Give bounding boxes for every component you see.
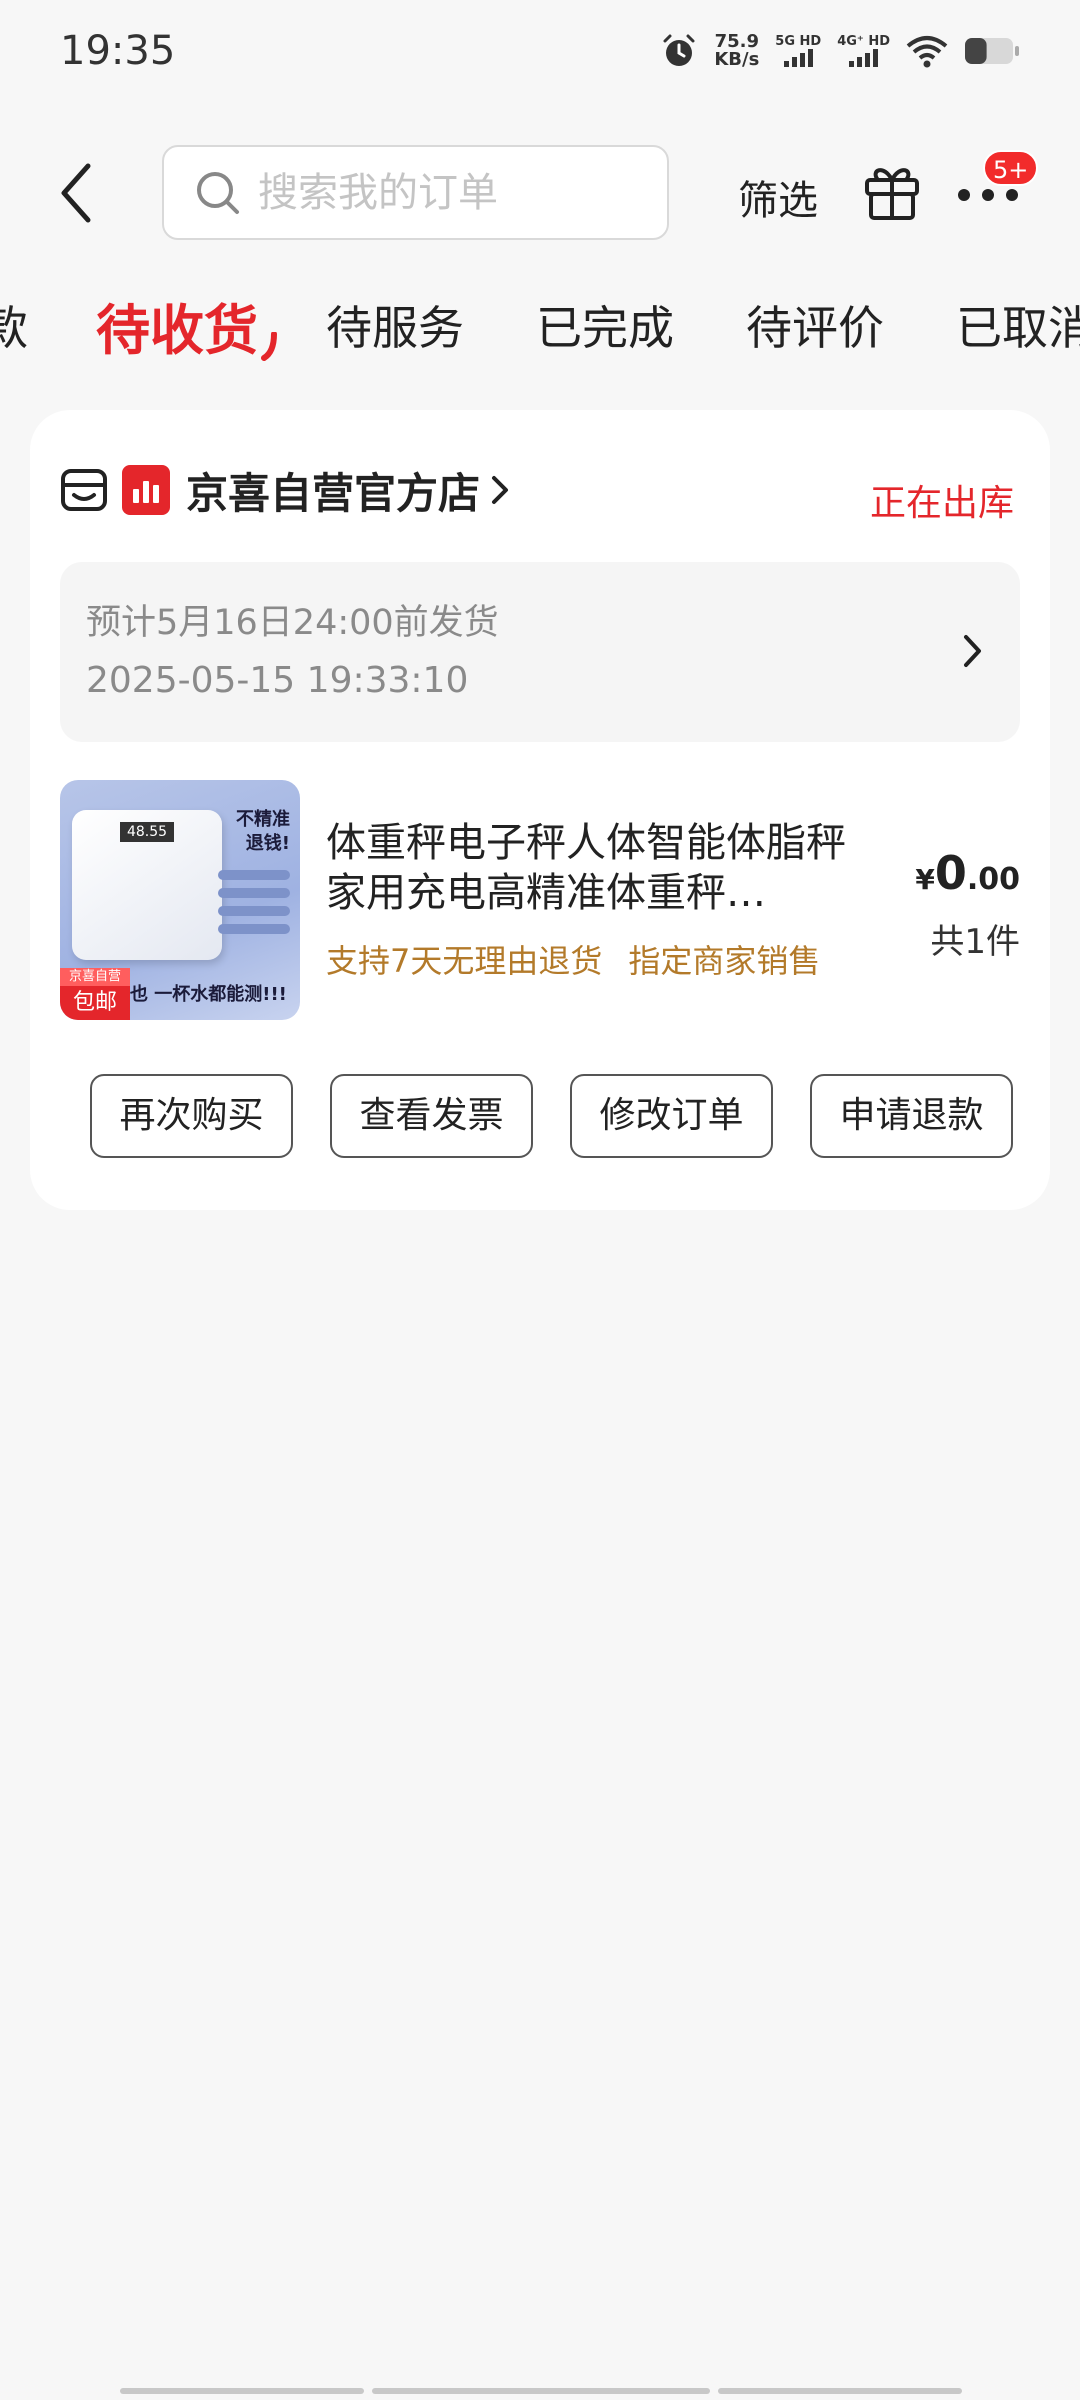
badge-bottom-text: 包邮 bbox=[72, 990, 117, 1015]
signal-bars-icon bbox=[783, 49, 813, 67]
product-tags: 支持7天无理由退货 指定商家销售 bbox=[326, 936, 820, 982]
tab-pending-service[interactable]: 待服务 bbox=[326, 292, 464, 358]
network-speed: 75.9 KB/s bbox=[714, 33, 759, 69]
product-title: 体重秤电子秤人体智能体脂秤家用充电高精准体重秤… bbox=[326, 820, 846, 916]
product-tag: 支持7天无理由退货 bbox=[326, 942, 603, 980]
tab-partial[interactable]: 款 bbox=[0, 292, 28, 358]
orders-page: 19:35 75.9 KB/s 5G HD 4G⁺ HD 搜索我的订单 筛选 5… bbox=[0, 0, 1080, 2400]
sim1-signal: 5G HD bbox=[775, 35, 821, 67]
order-status: 正在出库 bbox=[869, 483, 1014, 524]
search-box[interactable] bbox=[162, 145, 669, 240]
status-time: 19:35 bbox=[60, 28, 176, 74]
tab-completed[interactable]: 已完成 bbox=[536, 292, 674, 358]
alarm-icon bbox=[663, 34, 695, 66]
wifi-icon bbox=[906, 36, 948, 68]
order-card[interactable]: 京喜自营官方店 正在出库 预计5月16日24:00前发货 2025-05-15 … bbox=[30, 410, 1050, 1210]
tab-pending-review[interactable]: 待评价 bbox=[746, 292, 884, 358]
image-promo-line1: 不精准 bbox=[236, 809, 290, 830]
battery-icon bbox=[965, 38, 1019, 64]
signal-bars-icon bbox=[849, 49, 879, 67]
chevron-right-icon bbox=[492, 476, 509, 504]
shipping-estimate: 预计5月16日24:00前发货 bbox=[86, 603, 499, 643]
back-button[interactable] bbox=[50, 158, 110, 228]
order-time: 2025-05-15 19:33:10 bbox=[86, 660, 469, 701]
request-refund-button[interactable]: 申请退款 bbox=[810, 1074, 1013, 1158]
gift-icon[interactable] bbox=[862, 160, 922, 222]
gesture-bar bbox=[120, 2388, 962, 2394]
price-integer: 0 bbox=[934, 846, 967, 900]
chevron-right-icon bbox=[964, 635, 981, 667]
sim2-label: 4G⁺ HD bbox=[837, 34, 890, 49]
image-bottom-text: 也 一杯水都能测!!! bbox=[130, 984, 287, 1005]
network-speed-unit: KB/s bbox=[714, 49, 760, 70]
header: 筛选 5+ bbox=[0, 130, 1080, 250]
product-tag: 指定商家销售 bbox=[628, 942, 821, 980]
notification-badge: 5+ bbox=[983, 150, 1039, 186]
status-bar: 19:35 75.9 KB/s 5G HD 4G⁺ HD bbox=[0, 0, 1080, 110]
store-icon bbox=[61, 469, 107, 511]
order-actions: 再次购买 查看发票 修改订单 申请退款 bbox=[90, 1074, 1013, 1158]
product-item[interactable]: 48.55 不精准 退钱! 京喜自营 包邮 也 一杯水都能测!!! 体重秤电子秤… bbox=[60, 780, 1020, 1020]
view-invoice-button[interactable]: 查看发票 bbox=[330, 1074, 533, 1158]
order-status-tabs: 款 待收货 待服务 已完成 待评价 已取消 bbox=[0, 282, 1080, 372]
image-promo-text: 不精准 退钱! bbox=[236, 808, 290, 856]
shipping-info[interactable]: 预计5月16日24:00前发货 2025-05-15 19:33:10 bbox=[60, 562, 1020, 742]
modify-order-button[interactable]: 修改订单 bbox=[570, 1074, 773, 1158]
search-input[interactable] bbox=[258, 169, 638, 216]
product-price: ¥0.00 bbox=[915, 846, 1020, 900]
price-symbol: ¥ bbox=[915, 863, 935, 896]
product-quantity: 共1件 bbox=[930, 922, 1020, 962]
image-feature-lines bbox=[218, 870, 290, 942]
shop-name: 京喜自营官方店 bbox=[186, 468, 481, 518]
sim1-label: 5G HD bbox=[775, 34, 822, 49]
tab-cancelled[interactable]: 已取消 bbox=[956, 292, 1080, 358]
filter-button[interactable]: 筛选 bbox=[738, 168, 818, 226]
sim2-signal: 4G⁺ HD bbox=[837, 35, 890, 67]
search-icon bbox=[197, 171, 239, 214]
badge-top-text: 京喜自营 bbox=[60, 968, 130, 986]
product-image[interactable]: 48.55 不精准 退钱! 京喜自营 包邮 也 一杯水都能测!!! bbox=[60, 780, 300, 1020]
image-promo-line2: 退钱! bbox=[245, 833, 290, 854]
tab-active-indicator bbox=[261, 332, 277, 361]
tab-pending-receipt[interactable]: 待收货 bbox=[96, 286, 258, 365]
buy-again-button[interactable]: 再次购买 bbox=[90, 1074, 293, 1158]
price-decimal: .00 bbox=[966, 862, 1020, 897]
shop-logo-icon bbox=[122, 465, 170, 515]
status-icons: 75.9 KB/s 5G HD 4G⁺ HD bbox=[660, 32, 1020, 70]
free-shipping-badge: 京喜自营 包邮 bbox=[60, 968, 130, 1020]
scale-display: 48.55 bbox=[120, 822, 174, 842]
